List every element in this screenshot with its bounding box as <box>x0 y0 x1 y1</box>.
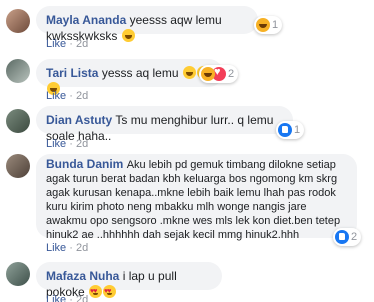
comment-author[interactable]: Mafaza Nuha <box>46 269 119 283</box>
reaction-summary[interactable]: 2 <box>199 65 239 83</box>
avatar[interactable] <box>6 262 30 286</box>
comment-actions: Like · 2d <box>46 90 89 102</box>
timestamp[interactable]: 2d <box>76 90 88 102</box>
comment-text: yesss aq lemu <box>101 66 179 80</box>
laughing-emoji-icon <box>121 29 135 42</box>
like-reaction-icon <box>335 230 349 244</box>
avatar[interactable] <box>6 154 30 178</box>
reaction-summary[interactable]: 1 <box>254 16 283 34</box>
haha-reaction-icon <box>201 67 215 81</box>
comment-bubble: Mafaza Nuha i lap u pull pokoke <box>36 262 222 300</box>
like-link[interactable]: Like <box>46 138 66 150</box>
reaction-count: 2 <box>228 68 235 80</box>
comment-author[interactable]: Mayla Ananda <box>46 13 126 27</box>
comment-actions: Like · 2d <box>46 294 88 302</box>
reaction-summary[interactable]: 2 <box>333 228 362 246</box>
reaction-count: 2 <box>351 231 358 243</box>
reaction-count: 1 <box>272 19 279 31</box>
like-link[interactable]: Like <box>46 38 66 50</box>
comment-item: Dian Astuty Ts mu menghibur lurr.. q lem… <box>0 102 374 150</box>
reaction-count: 1 <box>294 124 301 136</box>
comment-bubble: Tari Lista yesss aq lemu <box>36 59 223 95</box>
timestamp[interactable]: 2d <box>76 242 88 254</box>
comment-item: Tari Lista yesss aq lemu 2 Like · 2d <box>0 52 374 102</box>
timestamp[interactable]: 2d <box>76 138 88 150</box>
comment-actions: Like · 2d <box>46 38 89 50</box>
avatar[interactable] <box>6 59 30 83</box>
comment-actions: Like · 2d <box>46 242 89 254</box>
comment-item: Bunda Danim Aku lebih pd gemuk timbang d… <box>0 150 374 256</box>
comment-author[interactable]: Dian Astuty <box>46 113 112 127</box>
comment-author[interactable]: Bunda Danim <box>46 157 123 171</box>
comment-bubble: Bunda Danim Aku lebih pd gemuk timbang d… <box>36 154 357 241</box>
haha-reaction-icon <box>256 18 270 32</box>
like-reaction-icon <box>278 123 292 137</box>
like-link[interactable]: Like <box>46 242 66 254</box>
avatar[interactable] <box>6 9 30 33</box>
comment-actions: Like · 2d <box>46 138 89 150</box>
reaction-summary[interactable]: 1 <box>276 121 305 139</box>
laughing-emoji-icon <box>182 66 196 79</box>
heart-eyes-emoji-icon <box>103 284 117 300</box>
heart-eyes-emoji-icon <box>89 284 103 300</box>
comment-bubble: Mayla Ananda yeesss aqw lemu kwksskwksks <box>36 6 258 43</box>
avatar[interactable] <box>6 109 30 133</box>
comment-text: Aku lebih pd gemuk timbang dilokne setia… <box>46 159 341 241</box>
like-link[interactable]: Like <box>46 90 66 102</box>
timestamp[interactable]: 2d <box>76 294 88 302</box>
like-link[interactable]: Like <box>46 294 66 302</box>
comment-item: Mafaza Nuha i lap u pull pokoke Like · 2… <box>0 256 374 302</box>
timestamp[interactable]: 2d <box>76 38 88 50</box>
comment-bubble: Dian Astuty Ts mu menghibur lurr.. q lem… <box>36 106 293 143</box>
comment-author[interactable]: Tari Lista <box>46 66 98 80</box>
comment-item: Mayla Ananda yeesss aqw lemu kwksskwksks… <box>0 0 374 50</box>
